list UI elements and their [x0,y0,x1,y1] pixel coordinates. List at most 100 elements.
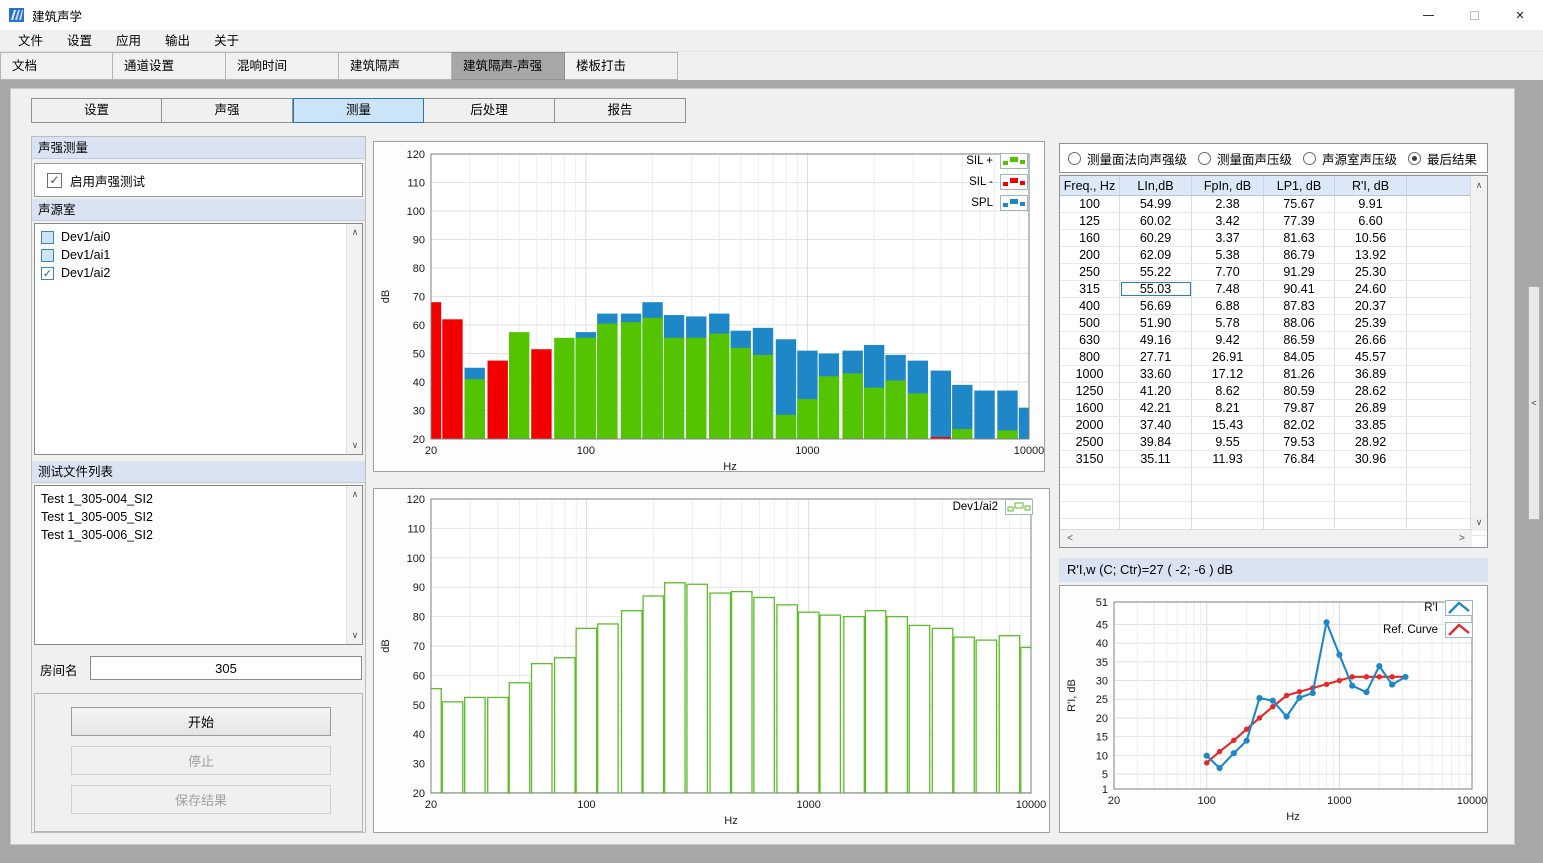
table-cell[interactable]: 60.29 [1120,230,1192,246]
channel-checkbox-icon[interactable]: ✓ [41,267,54,280]
close-button[interactable]: × [1497,0,1543,30]
table-cell[interactable]: 3.42 [1192,213,1264,229]
sub-tab-4[interactable]: 后处理 [424,98,555,123]
table-cell[interactable]: 26.89 [1335,400,1407,416]
table-cell[interactable]: 200 [1060,247,1120,263]
table-cell[interactable]: 35.11 [1120,451,1192,467]
channel-item-1[interactable]: Dev1/ai0 [35,228,362,246]
table-cell[interactable] [1407,434,1472,450]
table-cell[interactable] [1407,349,1472,365]
table-cell[interactable]: 26.66 [1335,332,1407,348]
table-cell[interactable]: 28.62 [1335,383,1407,399]
table-cell[interactable]: 2000 [1060,417,1120,433]
main-tab-3[interactable]: 混响时间 [226,52,339,80]
sub-tab-5[interactable]: 报告 [555,98,686,123]
table-cell[interactable]: 9.42 [1192,332,1264,348]
table-cell[interactable]: 160 [1060,230,1120,246]
table-cell[interactable]: 91.29 [1264,264,1335,280]
table-cell[interactable] [1407,417,1472,433]
main-tab-4[interactable]: 建筑隔声 [339,52,452,80]
table-cell[interactable]: 7.48 [1192,281,1264,297]
table-cell[interactable]: 8.62 [1192,383,1264,399]
table-cell[interactable] [1407,451,1472,467]
table-cell[interactable]: 800 [1060,349,1120,365]
table-cell[interactable] [1407,366,1472,382]
scroll-left-icon[interactable]: < [1062,530,1078,547]
table-cell[interactable]: 3150 [1060,451,1120,467]
scroll-up-icon[interactable]: ∧ [347,487,363,502]
table-cell[interactable]: 3.37 [1192,230,1264,246]
menu-item-3[interactable]: 应用 [104,30,153,52]
channel-checkbox-icon[interactable] [41,231,54,244]
table-cell[interactable] [1407,264,1472,280]
test-file-item-1[interactable]: Test 1_305-004_SI2 [35,490,362,508]
table-cell[interactable]: 81.63 [1264,230,1335,246]
table-cell[interactable]: 6.60 [1335,213,1407,229]
radio-option-4[interactable]: 最后结果 [1408,149,1477,168]
table-cell[interactable]: 49.16 [1120,332,1192,348]
collapse-panel-handle[interactable]: < [1528,286,1540,520]
table-cell[interactable]: 20.37 [1335,298,1407,314]
table-cell[interactable]: 80.59 [1264,383,1335,399]
table-cell[interactable]: 500 [1060,315,1120,331]
table-cell[interactable]: 76.84 [1264,451,1335,467]
table-cell[interactable]: 1600 [1060,400,1120,416]
channel-list-scrollbar[interactable]: ∧ ∨ [346,224,362,454]
table-cell[interactable]: 125 [1060,213,1120,229]
table-cell[interactable] [1407,196,1472,212]
table-cell[interactable]: 7.70 [1192,264,1264,280]
table-cell[interactable]: 33.60 [1120,366,1192,382]
scroll-down-icon[interactable]: ∨ [1471,514,1487,530]
table-cell[interactable]: 62.09 [1120,247,1192,263]
channel-item-2[interactable]: Dev1/ai1 [35,246,362,264]
table-cell[interactable]: 75.67 [1264,196,1335,212]
table-cell[interactable] [1407,298,1472,314]
table-cell[interactable]: 55.03 [1120,281,1192,297]
radio-option-1[interactable]: 测量面法向声强级 [1068,149,1187,168]
table-cell[interactable] [1407,247,1472,263]
radio-option-3[interactable]: 声源室声压级 [1303,149,1397,168]
main-tab-2[interactable]: 通道设置 [113,52,226,80]
table-cell[interactable]: 81.26 [1264,366,1335,382]
table-cell[interactable]: 250 [1060,264,1120,280]
start-button[interactable]: 开始 [71,707,331,736]
table-vertical-scrollbar[interactable]: ∧∨ [1470,176,1487,531]
table-cell[interactable]: 86.59 [1264,332,1335,348]
table-cell[interactable]: 56.69 [1120,298,1192,314]
table-cell[interactable]: 100 [1060,196,1120,212]
table-cell[interactable]: 5.78 [1192,315,1264,331]
main-tab-1[interactable]: 文档 [0,52,113,80]
scroll-up-icon[interactable]: ∧ [1471,177,1487,193]
sub-tab-2[interactable]: 声强 [162,98,293,123]
table-cell[interactable]: 42.21 [1120,400,1192,416]
table-cell[interactable]: 41.20 [1120,383,1192,399]
table-cell[interactable]: 36.89 [1335,366,1407,382]
table-cell[interactable]: 15.43 [1192,417,1264,433]
maximize-button[interactable] [1451,0,1497,30]
table-cell[interactable]: 27.71 [1120,349,1192,365]
table-cell[interactable]: 2.38 [1192,196,1264,212]
table-cell[interactable]: 5.38 [1192,247,1264,263]
table-cell[interactable]: 25.30 [1335,264,1407,280]
enable-intensity-checkbox[interactable]: ✓ 启用声强测试 [34,163,363,197]
table-cell[interactable]: 33.85 [1335,417,1407,433]
menu-item-5[interactable]: 关于 [202,30,251,52]
sub-tab-1[interactable]: 设置 [31,98,162,123]
table-cell[interactable]: 25.39 [1335,315,1407,331]
table-cell[interactable]: 1000 [1060,366,1120,382]
table-cell[interactable]: 17.12 [1192,366,1264,382]
table-cell[interactable] [1407,315,1472,331]
table-cell[interactable]: 24.60 [1335,281,1407,297]
scroll-up-icon[interactable]: ∧ [347,225,363,240]
scroll-right-icon[interactable]: > [1454,530,1470,547]
table-cell[interactable] [1407,400,1472,416]
table-cell[interactable]: 79.87 [1264,400,1335,416]
test-file-item-3[interactable]: Test 1_305-006_SI2 [35,526,362,544]
table-cell[interactable]: 60.02 [1120,213,1192,229]
table-cell[interactable]: 9.55 [1192,434,1264,450]
file-list-scrollbar[interactable]: ∧ ∨ [346,486,362,644]
table-cell[interactable]: 26.91 [1192,349,1264,365]
table-cell[interactable] [1407,281,1472,297]
table-cell[interactable]: 84.05 [1264,349,1335,365]
table-cell[interactable]: 8.21 [1192,400,1264,416]
